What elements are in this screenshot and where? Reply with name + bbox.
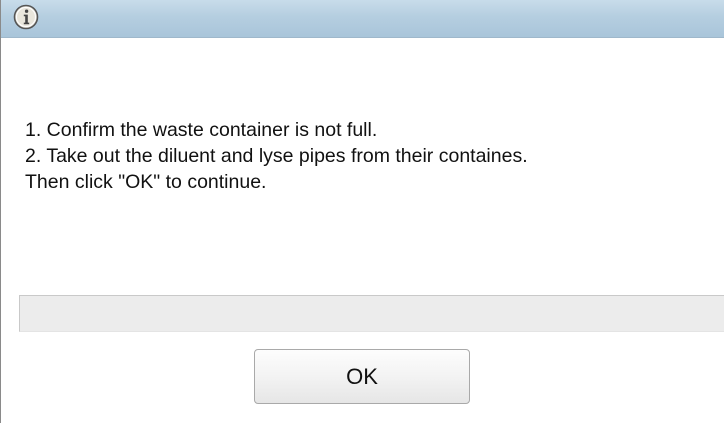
message-line-3: Then click "OK" to continue. [25,171,267,193]
message-line-1: 1. Confirm the waste container is not fu… [25,119,378,141]
dialog-message: 1. Confirm the waste container is not fu… [25,117,724,195]
message-line-2: 2. Take out the diluent and lyse pipes f… [25,145,528,167]
info-dialog: 1. Confirm the waste container is not fu… [0,0,724,423]
info-icon [13,4,39,30]
ok-button[interactable]: OK [254,349,470,404]
dialog-titlebar [1,0,724,38]
progress-bar [19,295,724,332]
